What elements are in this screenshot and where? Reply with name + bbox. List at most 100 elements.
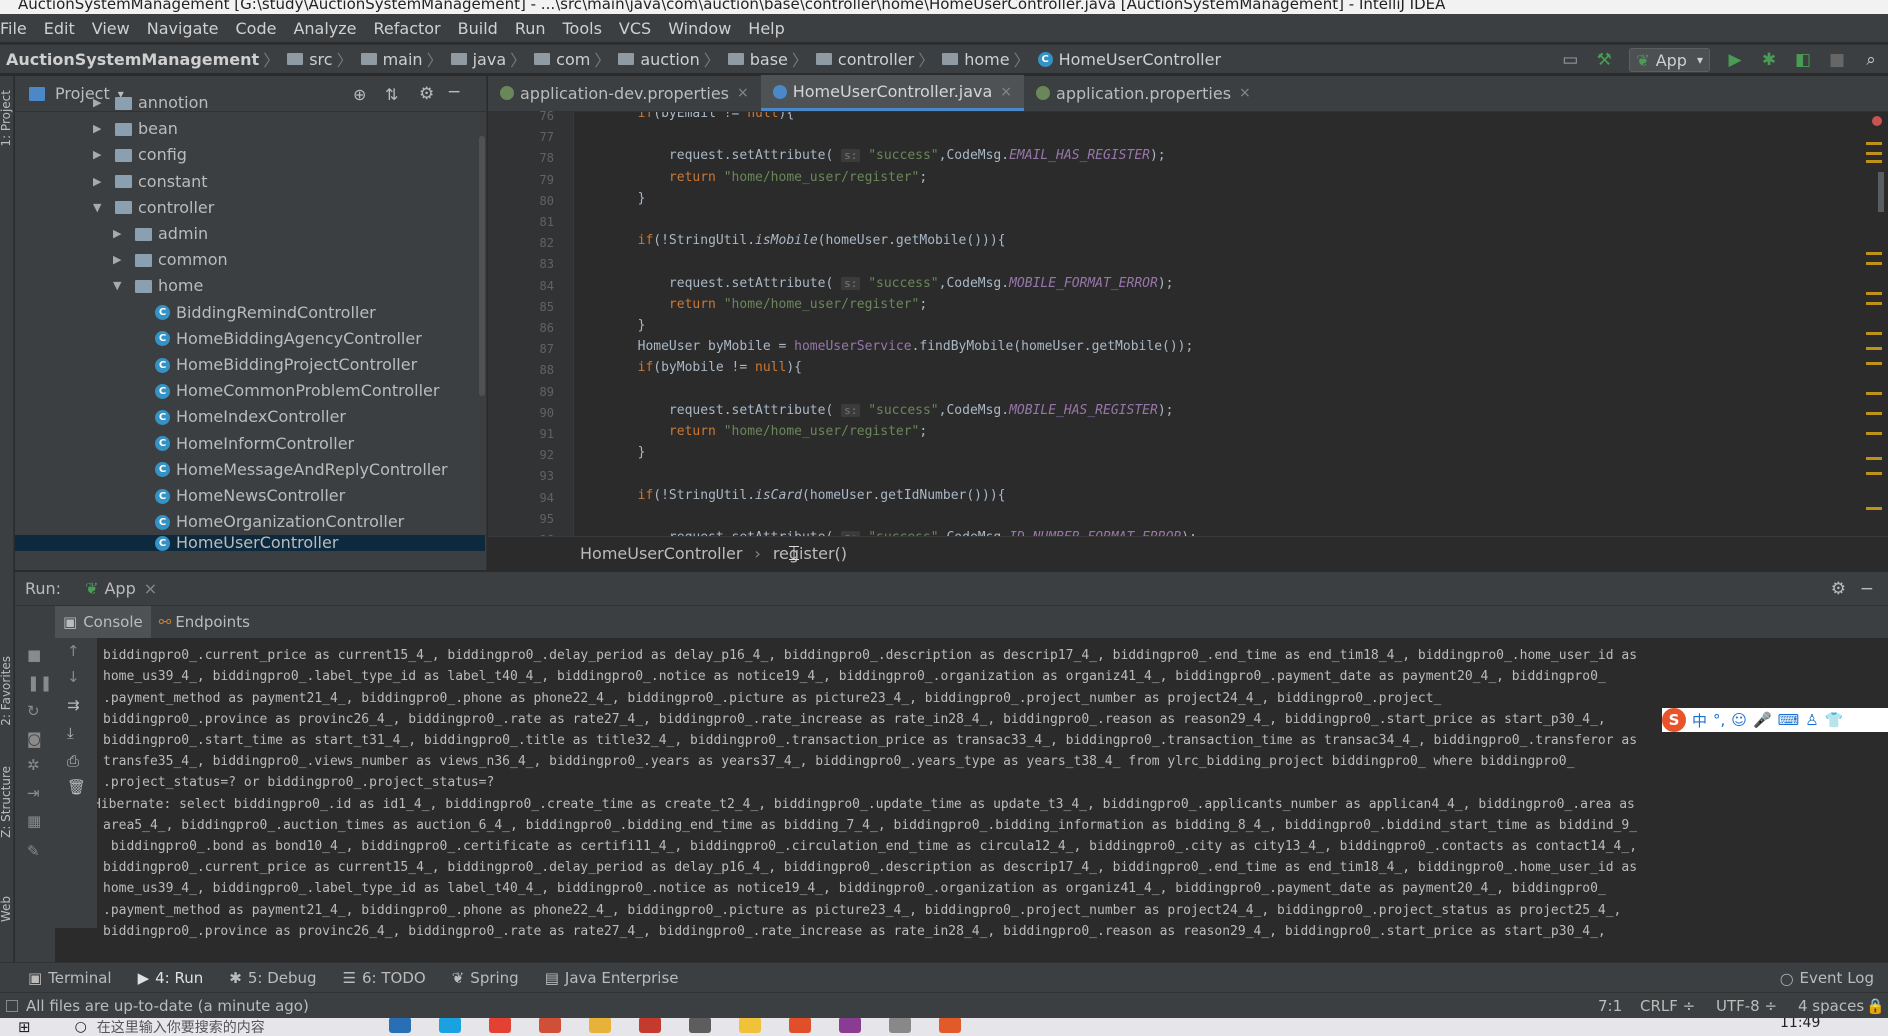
menu-item-view[interactable]: View (92, 19, 130, 38)
expand-down-icon[interactable]: ▼ (93, 195, 107, 221)
code-line[interactable]: return "home/home_user/register"; (575, 297, 927, 312)
code-line[interactable]: return "home/home_user/register"; (575, 424, 927, 439)
project-side-tab[interactable]: 1: Project (0, 90, 13, 147)
status-layout-icon[interactable] (6, 999, 18, 1012)
expand-right-icon[interactable]: ▶ (93, 142, 107, 168)
pause-icon[interactable]: ❚❚ (27, 674, 52, 692)
breadcrumb-item[interactable]: src (309, 50, 332, 69)
menu-item-run[interactable]: Run (515, 19, 546, 38)
camera-icon[interactable]: ◙ (27, 730, 42, 748)
code-line[interactable]: if(!StringUtil.isMobile(homeUser.getMobi… (575, 233, 1006, 248)
tree-item-homemessageandreplycontroller[interactable]: C HomeMessageAndReplyController (155, 457, 448, 483)
tool-window-terminal[interactable]: ▣ Terminal (28, 969, 112, 987)
expand-right-icon[interactable]: ▶ (93, 169, 107, 195)
close-icon[interactable]: × (1239, 85, 1251, 101)
trash-icon[interactable]: 🗑 (67, 778, 86, 796)
taskbar-app-icon[interactable] (838, 1018, 861, 1033)
tab-homeusercontroller-java[interactable]: HomeUserController.java × (760, 75, 1025, 111)
code-line[interactable]: request.setAttribute( s: "success",CodeM… (575, 276, 1174, 291)
user-icon[interactable]: ♙ (1805, 711, 1818, 729)
scroll-to-end-icon[interactable]: ⤓ (67, 724, 74, 742)
tool-window-5-debug[interactable]: ✱ 5: Debug (229, 969, 316, 987)
taskbar-clock[interactable]: 11:49 (1780, 1018, 1820, 1031)
breadcrumb-item[interactable]: auction (640, 50, 699, 69)
taskbar-app-icon[interactable] (438, 1018, 461, 1033)
code-line[interactable]: return "home/home_user/register"; (575, 170, 927, 185)
ime-toolbar[interactable]: S 中 °, ☺ 🎤 ⌨ ♙ 👕 (1662, 708, 1888, 732)
up-arrow-icon[interactable]: ↑ (67, 642, 80, 660)
tree-item-controller[interactable]: ▼ controller (93, 195, 214, 221)
tree-item-homebiddingagencycontroller[interactable]: C HomeBiddingAgencyController (155, 326, 422, 352)
taskbar-app-icon[interactable] (888, 1018, 911, 1033)
keyboard-icon[interactable]: ⌨ (1778, 711, 1800, 729)
code-area[interactable]: if(byEmail != null){ request.setAttribut… (575, 112, 1865, 536)
search-icon[interactable]: ⌕ (1860, 49, 1882, 71)
tab-application-properties[interactable]: application.properties × (1024, 75, 1263, 111)
taskbar-app-icon[interactable] (488, 1018, 511, 1033)
expand-right-icon[interactable]: ▶ (113, 247, 127, 273)
menu-item-edit[interactable]: Edit (44, 19, 75, 38)
exit-icon[interactable]: ⇥ (27, 784, 40, 802)
breadcrumb-item[interactable]: com (556, 50, 590, 69)
breadcrumb-item[interactable]: java (473, 50, 507, 69)
layout-icon[interactable]: ▦ (27, 812, 41, 830)
menu-item-vcs[interactable]: VCS (619, 19, 651, 38)
breadcrumb-item[interactable]: main (383, 50, 423, 69)
editor-scrollbar[interactable] (1848, 112, 1888, 536)
taskbar-app-icon[interactable] (588, 1018, 611, 1033)
menu-item-build[interactable]: Build (458, 19, 498, 38)
code-line[interactable]: } (575, 191, 646, 206)
line-separator[interactable]: CRLF ÷ (1640, 997, 1695, 1015)
editor-breadcrumb-method[interactable]: register() (773, 544, 847, 563)
menu-item-help[interactable]: Help (748, 19, 784, 38)
tree-item-config[interactable]: ▶ config (93, 142, 187, 168)
code-line[interactable]: if(byMobile != null){ (575, 360, 802, 375)
taskbar-search[interactable]: 在这里输入你要搜索的内容 (97, 1018, 265, 1036)
taskbar-app-icon[interactable] (788, 1018, 811, 1033)
skin-icon[interactable]: 👕 (1825, 711, 1844, 729)
tool-window-6-todo[interactable]: ☰ 6: TODO (343, 969, 426, 987)
emoji-icon[interactable]: ☺ (1731, 711, 1747, 729)
tree-item-constant[interactable]: ▶ constant (93, 169, 208, 195)
ime-language[interactable]: 中 (1692, 710, 1707, 731)
debug-icon[interactable]: ✱ (1758, 49, 1780, 71)
cursor-position[interactable]: 7:1 (1598, 997, 1622, 1015)
search-icon[interactable]: ○ (75, 1019, 87, 1035)
windows-start-icon[interactable]: ⊞ (18, 1018, 31, 1036)
tree-item-homenewscontroller[interactable]: C HomeNewsController (155, 483, 345, 509)
web-side-tab[interactable]: Web (0, 896, 13, 922)
soft-wrap-icon[interactable]: ⇉ (67, 696, 80, 714)
locate-icon[interactable]: ⊕ (353, 85, 366, 104)
menu-item-refactor[interactable]: Refactor (374, 19, 441, 38)
stop-icon[interactable]: ■ (27, 646, 41, 664)
ime-punctuation[interactable]: °, (1713, 711, 1725, 729)
expand-right-icon[interactable]: ▶ (93, 116, 107, 142)
tool-window-spring[interactable]: ❦ Spring (452, 969, 519, 987)
tool-window-4-run[interactable]: ▶ 4: Run (138, 969, 204, 987)
taskbar-app-icon[interactable] (638, 1018, 661, 1033)
tree-item-biddingremindcontroller[interactable]: C BiddingRemindController (155, 300, 376, 326)
close-icon[interactable]: × (144, 579, 157, 598)
menu-item-analyze[interactable]: Analyze (293, 19, 356, 38)
file-encoding[interactable]: UTF-8 ÷ (1716, 997, 1777, 1015)
code-line[interactable]: request.setAttribute( s: "success",CodeM… (575, 403, 1174, 418)
taskbar-app-icon[interactable] (938, 1018, 961, 1033)
tree-scrollbar[interactable] (479, 136, 485, 396)
tab-endpoints[interactable]: ⚯ Endpoints (151, 613, 258, 631)
tree-item-common[interactable]: ▶ common (113, 247, 228, 273)
tree-item-homeindexcontroller[interactable]: C HomeIndexController (155, 404, 346, 430)
menu-item-code[interactable]: Code (236, 19, 277, 38)
hammer-icon[interactable]: ⚒ (1593, 49, 1615, 71)
tree-item-homeinformcontroller[interactable]: C HomeInformController (155, 431, 354, 457)
microphone-icon[interactable]: 🎤 (1753, 711, 1772, 729)
coverage-icon[interactable]: ◧ (1792, 49, 1814, 71)
pin-icon[interactable]: ✎ (27, 842, 40, 860)
tree-item-homebiddingprojectcontroller[interactable]: C HomeBiddingProjectController (155, 352, 417, 378)
breadcrumb-item[interactable]: controller (838, 50, 914, 69)
menu-item-file[interactable]: File (0, 19, 27, 38)
menu-item-window[interactable]: Window (668, 19, 731, 38)
code-line[interactable]: request.setAttribute( s: "success",CodeM… (575, 148, 1166, 163)
minimize-icon[interactable]: − (1860, 579, 1874, 599)
breadcrumb-item[interactable]: AuctionSystemManagement (6, 50, 259, 69)
tree-item-homecommonproblemcontroller[interactable]: C HomeCommonProblemController (155, 378, 439, 404)
